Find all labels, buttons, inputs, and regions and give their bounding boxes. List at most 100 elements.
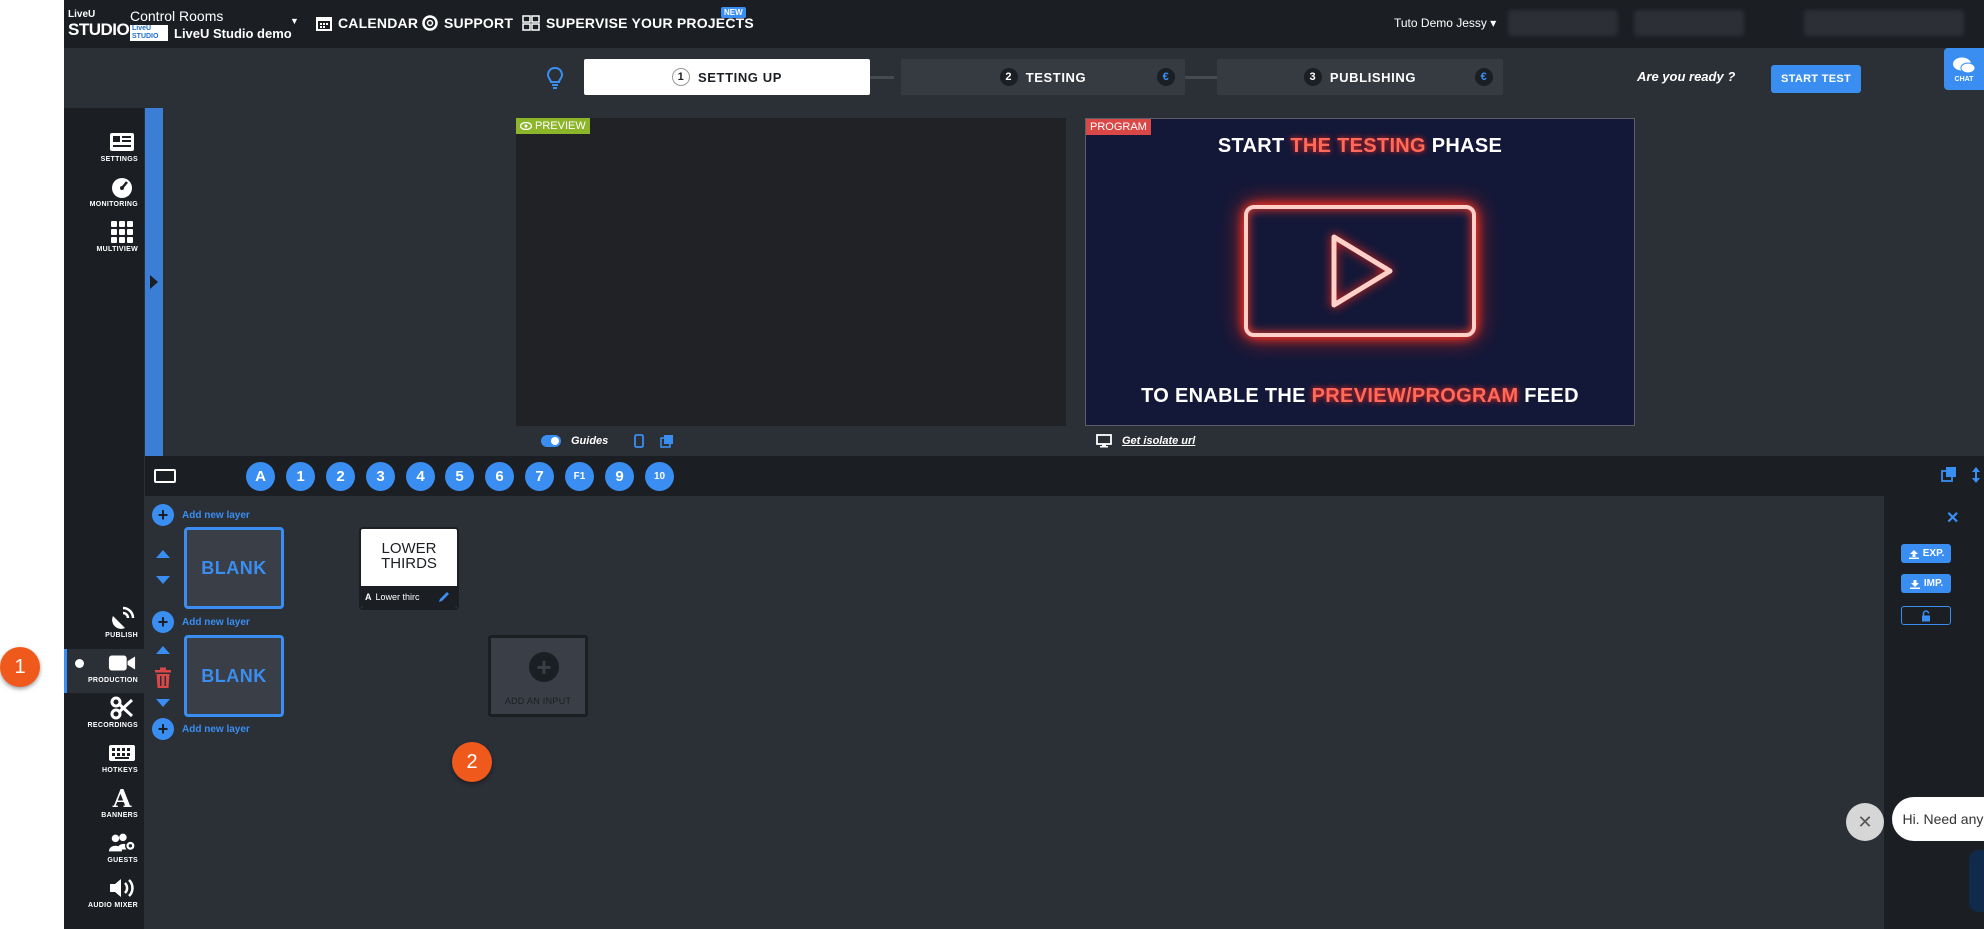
font-icon: A — [112, 783, 132, 813]
download-icon — [1909, 579, 1920, 589]
chat-button[interactable]: CHAT — [1944, 48, 1984, 90]
liveu-studio-logo[interactable]: LiveU STUDIO — [68, 9, 130, 39]
add-layer-button[interactable]: + Add new layer — [152, 718, 250, 740]
layers-panel: + Add new layer BLANK LOWER THIRDS A Low… — [145, 496, 1984, 929]
chat-label: CHAT — [1954, 75, 1974, 83]
preview-monitor[interactable]: PREVIEW — [516, 118, 1066, 426]
hotkey-button[interactable]: F1 — [565, 462, 594, 491]
hotkey-button[interactable]: 7 — [525, 462, 554, 491]
chat-bubble-icon — [1953, 57, 1976, 73]
add-input-tile[interactable]: + ADD AN INPUT — [488, 635, 588, 717]
active-dot — [75, 659, 84, 668]
step-marker-2: 2 — [452, 742, 492, 782]
hotkey-button[interactable]: A — [246, 462, 275, 491]
copy-icon[interactable] — [660, 434, 674, 448]
sidebar-item-settings[interactable]: SETTINGS — [64, 128, 144, 172]
sidebar-item-audio-mixer[interactable]: AUDIO MIXER — [64, 874, 144, 918]
help-chat-launcher[interactable] — [1969, 850, 1984, 912]
expand-panel-handle[interactable] — [145, 108, 163, 456]
copy-icon[interactable] — [1941, 466, 1957, 482]
export-button[interactable]: EXP. — [1901, 544, 1951, 563]
blank-input-tile[interactable]: BLANK — [184, 527, 284, 609]
move-layer-down-icon[interactable] — [156, 699, 170, 707]
sidebar-item-banners[interactable]: A BANNERS — [64, 784, 144, 828]
calendar-icon — [316, 17, 332, 31]
mobile-icon[interactable] — [634, 434, 645, 448]
step-publishing[interactable]: 3 PUBLISHING € — [1217, 59, 1503, 95]
sidebar-item-label: RECORDINGS — [87, 722, 138, 729]
sidebar-item-recordings[interactable]: RECORDINGS — [64, 694, 144, 738]
sidebar-item-publish[interactable]: PUBLISH — [64, 604, 144, 648]
gauge-icon — [108, 175, 136, 199]
help-message[interactable]: Hi. Need any help? — [1892, 797, 1984, 841]
lower-thirds-tile[interactable]: LOWER THIRDS A Lower thirc — [359, 527, 459, 610]
speaker-icon — [108, 876, 136, 900]
sidebar-item-production[interactable]: PRODUCTION — [64, 649, 144, 693]
new-badge: NEW — [721, 7, 746, 18]
help-close-button[interactable]: ✕ — [1846, 803, 1884, 841]
sidebar-item-hotkeys[interactable]: HOTKEYS — [64, 739, 144, 783]
room-mini-logo: LiveU STUDIO — [130, 25, 168, 41]
program-monitor[interactable]: PROGRAM START THE TESTING PHASE TO ENABL… — [1085, 118, 1635, 426]
unlock-icon — [1922, 609, 1930, 621]
user-menu[interactable]: Tuto Demo Jessy ▾ — [1394, 16, 1496, 30]
caret-right-icon — [150, 275, 158, 289]
move-layer-up-icon[interactable] — [156, 646, 170, 654]
font-icon: A — [365, 592, 372, 602]
hotkey-bar: A 1 2 3 4 5 6 7 F1 9 10 — [145, 456, 1984, 496]
close-icon[interactable]: ✕ — [1946, 508, 1959, 528]
guides-toggle[interactable] — [541, 435, 561, 447]
hotkey-button[interactable]: 3 — [366, 462, 395, 491]
hotkey-button[interactable]: 9 — [605, 462, 634, 491]
move-layer-down-icon[interactable] — [156, 576, 170, 584]
nav-calendar[interactable]: CALENDAR — [316, 15, 418, 31]
user-name: Tuto Demo Jessy — [1394, 16, 1487, 30]
lightbulb-icon[interactable] — [546, 66, 564, 90]
export-label: EXP. — [1922, 548, 1945, 559]
sidebar-item-monitoring[interactable]: MONITORING — [64, 173, 144, 217]
nav-support[interactable]: SUPPORT — [422, 15, 513, 31]
add-layer-button[interactable]: + Add new layer — [152, 504, 250, 526]
add-layer-label: Add new layer — [182, 723, 250, 735]
program-tag: PROGRAM — [1086, 119, 1151, 135]
hotkey-button[interactable]: 5 — [445, 462, 474, 491]
step-connector — [870, 76, 894, 79]
preview-tag-label: PREVIEW — [535, 120, 586, 132]
hotkey-button[interactable]: 1 — [286, 462, 315, 491]
add-layer-label: Add new layer — [182, 616, 250, 628]
trash-icon[interactable] — [154, 667, 172, 689]
program-headline: START THE TESTING PHASE — [1217, 135, 1503, 157]
hotkey-button[interactable]: 4 — [406, 462, 435, 491]
supervise-icon — [522, 15, 540, 31]
step-testing[interactable]: 2 TESTING € — [901, 59, 1185, 95]
get-isolate-url-link[interactable]: Get isolate url — [1122, 435, 1195, 447]
plus-icon: + — [152, 611, 174, 633]
nav-supervise[interactable]: SUPERVISE YOUR PROJECTS — [522, 15, 754, 31]
blank-input-tile[interactable]: BLANK — [184, 635, 284, 717]
room-selector[interactable]: Control Rooms LiveU STUDIO LiveU Studio … — [130, 8, 292, 41]
room-dropdown-caret-icon[interactable]: ▼ — [290, 16, 299, 26]
nav-support-label: SUPPORT — [444, 15, 514, 31]
euro-icon: € — [1475, 68, 1493, 86]
sidebar-item-multiview[interactable]: MULTIVIEW — [64, 218, 144, 262]
move-layer-up-icon[interactable] — [156, 550, 170, 558]
sidebar-item-label: MULTIVIEW — [96, 246, 138, 253]
pencil-icon[interactable] — [437, 590, 451, 604]
lock-button[interactable] — [1901, 606, 1951, 625]
room-name: LiveU Studio demo — [174, 25, 292, 41]
step-setting-up[interactable]: 1 SETTING UP — [584, 59, 870, 95]
start-test-button[interactable]: START TEST — [1771, 65, 1861, 93]
camera-icon — [108, 651, 136, 675]
sidebar-item-label: GUESTS — [107, 857, 138, 864]
hotkey-button[interactable]: 6 — [485, 462, 514, 491]
import-label: IMP. — [1923, 578, 1944, 589]
resize-vertical-icon[interactable] — [1971, 466, 1981, 484]
step-marker-1: 1 — [0, 647, 40, 687]
sidebar-item-guests[interactable]: GUESTS — [64, 829, 144, 873]
import-button[interactable]: IMP. — [1901, 574, 1951, 593]
redacted-info — [1634, 10, 1744, 36]
logo-main-text: STUDIO — [68, 20, 130, 39]
hotkey-button[interactable]: 10 — [645, 462, 674, 491]
hotkey-button[interactable]: 2 — [326, 462, 355, 491]
add-layer-button[interactable]: + Add new layer — [152, 611, 250, 633]
